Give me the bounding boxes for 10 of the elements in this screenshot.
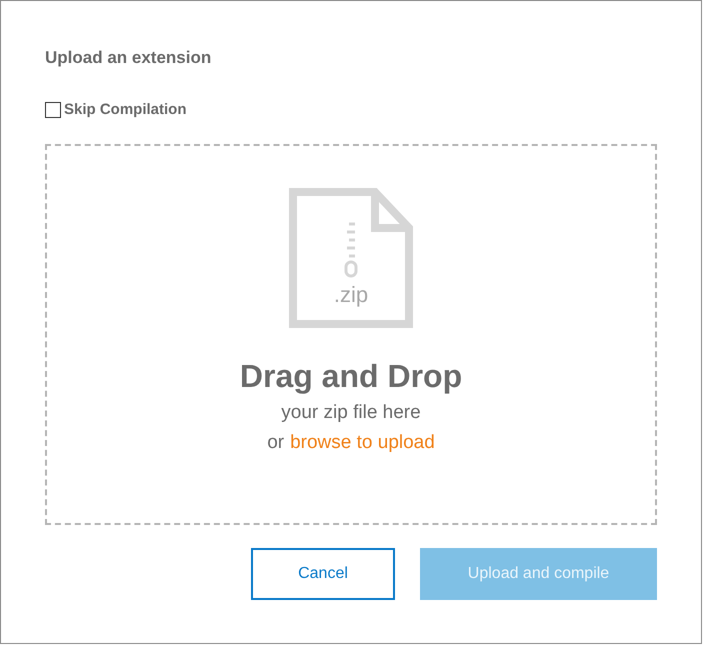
drop-heading: Drag and Drop	[240, 356, 462, 396]
checkbox[interactable]	[45, 102, 61, 118]
drop-hint: your zip file here	[281, 400, 421, 424]
dialog-title: Upload an extension	[45, 47, 212, 69]
browse-link[interactable]: browse to upload	[290, 428, 435, 458]
cancel-button[interactable]: Cancel	[251, 548, 395, 600]
zip-file-icon: .zip	[289, 188, 413, 328]
drop-hint-prefix: or	[267, 430, 284, 454]
drop-zone[interactable]: .zip Drag and Drop your zip file here or browse to upload	[45, 144, 657, 524]
checkbox-label[interactable]: Skip Compilation	[64, 99, 187, 122]
